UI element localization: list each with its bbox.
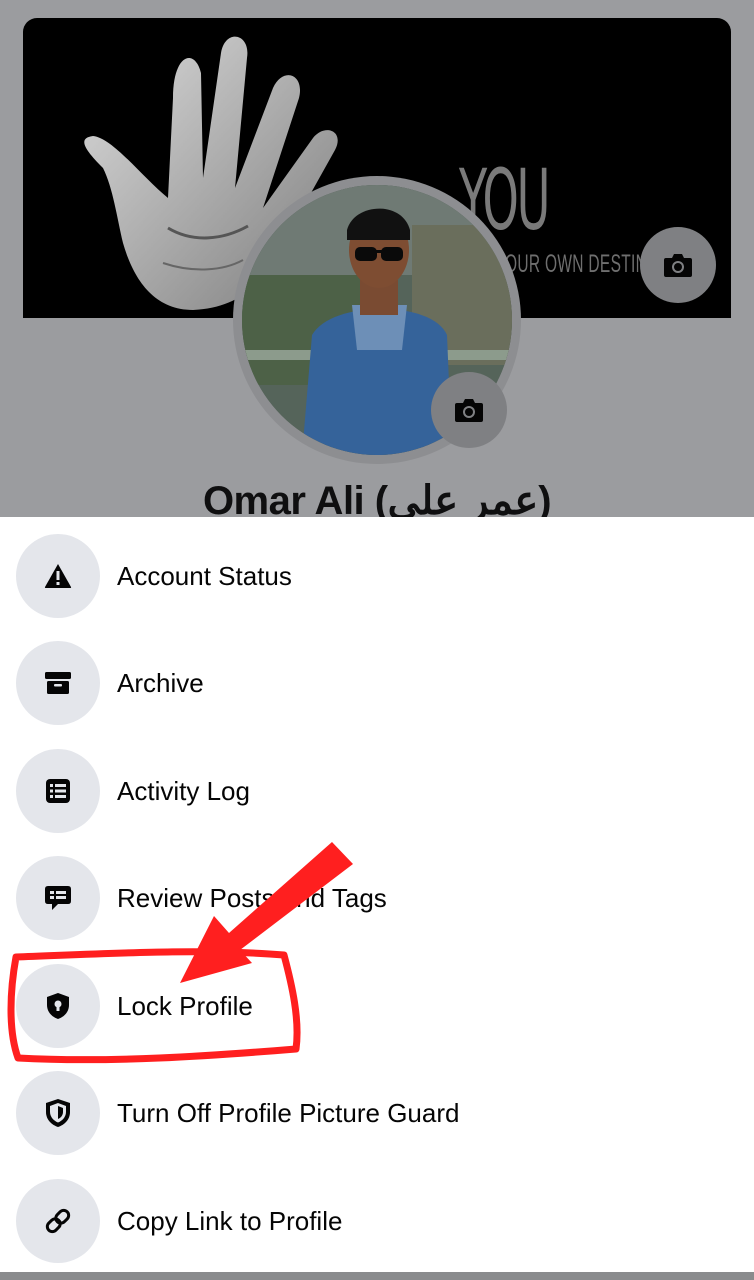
menu-label: Lock Profile (117, 990, 253, 1021)
shield-icon (46, 1099, 70, 1127)
menu-icon-bg (16, 1071, 100, 1155)
menu-item-review-posts-and-tags[interactable]: Review Posts and Tags (0, 848, 754, 948)
menu-label: Turn Off Profile Picture Guard (117, 1097, 460, 1128)
bottom-edge (0, 1272, 754, 1280)
profile-name: Omar Ali (عمر علي) (202, 479, 552, 517)
camera-icon (455, 399, 483, 422)
menu-item-activity-log[interactable]: Activity Log (0, 741, 754, 841)
edit-profile-picture-button[interactable] (431, 372, 507, 448)
menu-item-copy-link-to-profile[interactable]: Copy Link to Profile (0, 1171, 754, 1271)
camera-icon (664, 254, 692, 277)
menu-icon-bg (16, 749, 100, 833)
link-icon (45, 1208, 71, 1234)
menu-item-archive[interactable]: Archive (0, 633, 754, 733)
archive-box-icon (45, 672, 71, 694)
menu-icon-bg (16, 641, 100, 725)
menu-item-account-status[interactable]: Account Status (0, 526, 754, 626)
menu-label: Archive (117, 667, 204, 698)
lock-shield-icon (47, 993, 69, 1019)
menu-item-turn-off-profile-picture-guard[interactable]: Turn Off Profile Picture Guard (0, 1063, 754, 1163)
list-icon (46, 779, 70, 803)
warning-icon (44, 564, 72, 588)
profile-header: YOU OUR OWN DESTIN Omar Ali (عمر علي) (0, 0, 754, 517)
menu-item-lock-profile[interactable]: Lock Profile (0, 956, 754, 1056)
menu-icon-bg (16, 1179, 100, 1263)
menu-label: Review Posts and Tags (117, 882, 387, 913)
menu-label: Account Status (117, 560, 292, 591)
cover-subtext: OUR OWN DESTIN (505, 250, 648, 278)
menu-icon-bg (16, 534, 100, 618)
speech-bubble-icon (45, 886, 71, 910)
edit-cover-photo-button[interactable] (640, 227, 716, 303)
menu-label: Copy Link to Profile (117, 1205, 343, 1236)
menu-icon-bg (16, 964, 100, 1048)
menu-label: Activity Log (117, 775, 250, 806)
menu-icon-bg (16, 856, 100, 940)
